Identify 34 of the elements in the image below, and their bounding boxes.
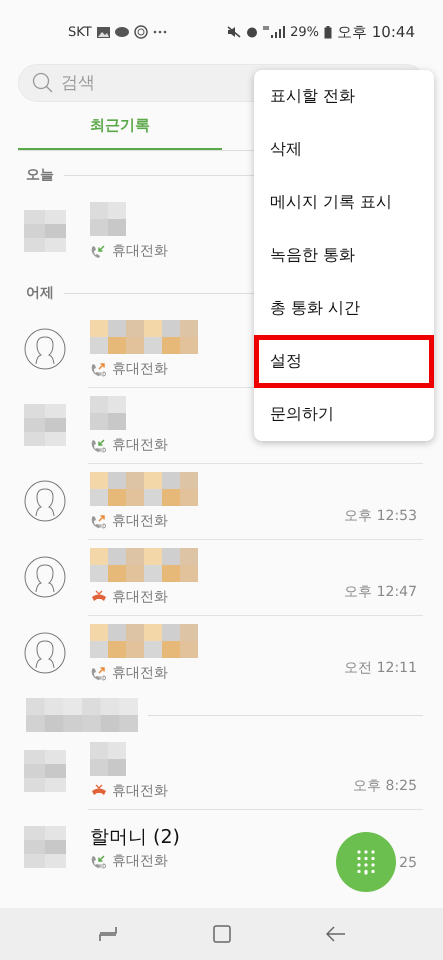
number-type: 휴대전화 [112,242,168,260]
menu-item[interactable]: 총 통화 시간 [254,282,434,335]
menu-item[interactable]: 설정 [254,335,434,388]
back-icon[interactable] [326,926,346,942]
section-header: 오늘 [26,166,54,184]
number-type: 휴대전화 [112,852,168,870]
battery-percent: 29% [290,24,319,40]
more-icon [152,30,167,34]
number-type: 휴대전화 [112,512,168,530]
battery-icon [324,26,332,38]
call-time: 오후 8:25 [353,777,417,795]
contact-name: 할머니 (2) [90,825,181,850]
call-time: 오후 12:47 [344,583,417,601]
menu-item[interactable]: 녹음한 통화 [254,229,434,282]
section-header: 어제 [26,284,54,302]
call-time: 오후 12:53 [344,507,417,525]
number-type: 휴대전화 [112,782,168,800]
carrier-label: SKT [68,24,92,40]
mute-icon [227,26,242,38]
call-time: 오전 12:11 [344,659,417,677]
number-type: 휴대전화 [112,436,168,454]
menu-item[interactable]: 메시지 기록 표시 [254,176,434,229]
clock: 오후 10:44 [337,22,415,42]
recent-apps-icon[interactable] [98,926,118,942]
number-type: 휴대전화 [112,588,168,606]
home-icon[interactable] [212,925,230,943]
menu-item[interactable]: 문의하기 [254,388,434,441]
number-type: 휴대전화 [112,664,168,682]
call-time: 25 [399,855,417,871]
gallery-icon [96,26,110,38]
signal-icon [263,26,286,38]
dialpad-icon [356,849,376,875]
number-type: 휴대전화 [112,360,168,378]
menu-item[interactable]: 삭제 [254,123,434,176]
